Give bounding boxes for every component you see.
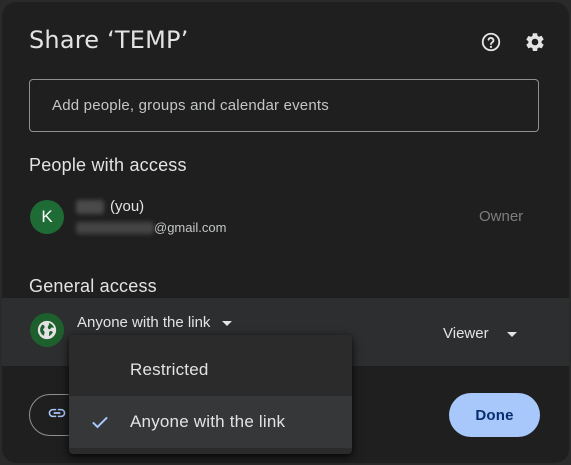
avatar: K bbox=[30, 200, 64, 234]
dialog-title: Share ‘TEMP’ bbox=[29, 26, 189, 54]
link-icon bbox=[47, 403, 67, 428]
done-button[interactable]: Done bbox=[449, 393, 540, 437]
general-access-select[interactable]: Anyone with the link bbox=[77, 314, 233, 331]
person-email: @gmail.com bbox=[76, 220, 226, 235]
role-value: Viewer bbox=[443, 325, 489, 342]
person-name: (you) bbox=[76, 198, 144, 215]
menu-item-label: Restricted bbox=[130, 360, 209, 379]
people-with-access-heading: People with access bbox=[29, 155, 187, 175]
menu-item-anyone-with-link[interactable]: Anyone with the link bbox=[69, 396, 352, 448]
general-access-heading: General access bbox=[29, 276, 157, 296]
globe-icon bbox=[30, 313, 64, 347]
add-people-input[interactable]: Add people, groups and calendar events bbox=[29, 79, 539, 132]
general-access-dropdown-menu: Restricted Anyone with the link bbox=[69, 335, 352, 454]
gear-icon[interactable] bbox=[523, 30, 547, 54]
menu-item-label: Anyone with the link bbox=[130, 412, 286, 431]
redacted-name bbox=[76, 199, 104, 214]
check-icon bbox=[89, 412, 111, 437]
dropdown-triangle-icon bbox=[222, 314, 233, 331]
menu-item-restricted[interactable]: Restricted bbox=[69, 344, 352, 396]
help-icon[interactable] bbox=[479, 30, 503, 54]
role-select[interactable]: Viewer bbox=[443, 325, 517, 342]
dropdown-triangle-icon bbox=[506, 325, 517, 342]
add-people-placeholder: Add people, groups and calendar events bbox=[52, 97, 329, 114]
email-domain: @gmail.com bbox=[154, 220, 227, 235]
owner-role-label: Owner bbox=[479, 208, 524, 225]
person-you-label: (you) bbox=[110, 198, 145, 215]
general-access-value: Anyone with the link bbox=[77, 314, 211, 331]
redacted-email bbox=[76, 221, 154, 234]
